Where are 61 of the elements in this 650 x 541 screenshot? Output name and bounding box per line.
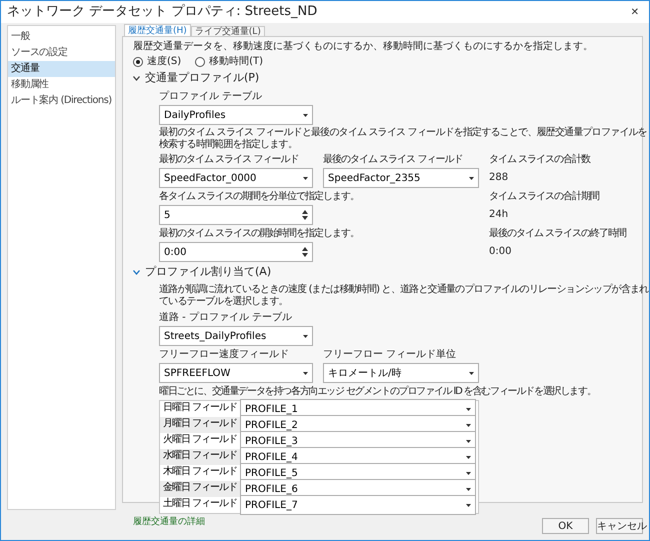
dialog-button[interactable]: OK <box>542 518 589 534</box>
radio-option[interactable]: 移動時間(T) <box>195 54 264 69</box>
field-label: 最後のタイム スライスの終了時間 <box>489 227 628 240</box>
field-label: フリーフロー フィールド単位 <box>323 348 458 361</box>
number-spinner[interactable]: 0:00 <box>159 242 313 262</box>
dropdown[interactable]: PROFILE_7 <box>240 495 476 515</box>
caret-icon <box>469 372 474 374</box>
field-label: 各タイム スライスの期間を分単位で指定します。 <box>159 190 360 203</box>
radio-option[interactable]: 速度(S) <box>133 54 182 69</box>
number-spinner[interactable]: 5 <box>159 205 313 225</box>
dropdown[interactable]: DailyProfiles <box>159 105 313 125</box>
caret-icon <box>466 472 471 474</box>
instruction-text: 履歴交通量データを、移動速度に基づくものにするか、移動時間に基づくものにするかを指定します。 <box>133 40 594 53</box>
window-title: ネットワーク データセット プロパティ: Streets_ND <box>7 3 318 22</box>
sidebar-item[interactable]: 交通量 <box>8 61 115 77</box>
caret-icon <box>466 408 471 410</box>
sidebar-item[interactable]: 移動属性 <box>8 77 115 93</box>
instruction-text: 最初のタイム スライス フィールドと最後のタイム スライス フィールドを指定することで、履歴交通量プロファイルを検索する時間範囲を指定します。 <box>159 127 648 151</box>
dropdown[interactable]: SpeedFactor_2355 <box>323 168 479 188</box>
sidebar-item[interactable]: ルート案内 (Directions) <box>8 93 115 109</box>
value-text: 0:00 <box>489 245 512 259</box>
sidebar-item[interactable]: ソースの設定 <box>8 45 115 61</box>
dropdown[interactable]: Streets_DailyProfiles <box>159 326 313 346</box>
field-label: 最後のタイム スライス フィールド <box>323 153 464 166</box>
tab[interactable]: 履歴交通量(H) <box>124 24 191 36</box>
chevron-icon <box>133 76 140 81</box>
details-link[interactable]: 履歴交通量の詳細 <box>133 516 205 530</box>
field-label: プロファイル テーブル <box>159 90 264 103</box>
up-down-arrows-icon <box>302 247 308 257</box>
field-label: 最初のタイム スライス フィールド <box>159 153 300 166</box>
dropdown[interactable]: キロメートル/時 <box>323 363 479 383</box>
caret-icon <box>466 456 471 458</box>
field-label: 最初のタイム スライスの開始時間を指定します。 <box>159 227 360 240</box>
value-text: 288 <box>489 171 510 185</box>
instruction-text: 曜日ごとに、交通量データを持つ各方向エッジ セグメントのプロファイル ID を含むフィールドを選択します。 <box>159 385 597 398</box>
day-label-cell: 金曜日 フィールド <box>160 481 240 497</box>
field-label: タイム スライスの合計数 <box>489 153 592 166</box>
caret-icon <box>303 114 308 116</box>
field-label: フリーフロー速度フィールド <box>159 348 290 361</box>
day-label-cell: 月曜日 フィールド <box>160 417 240 433</box>
caret-icon <box>466 424 471 426</box>
field-label: タイム スライスの合計期間 <box>489 190 600 203</box>
section-header[interactable]: 交通量プロファイル(P) <box>133 70 260 87</box>
caret-icon <box>303 176 308 180</box>
tab[interactable]: ライブ交通量(L) <box>190 26 265 36</box>
instruction-text: 道路が順調に流れているときの速度 (または移動時間) と、道路と交通量のプロファイルのリレーションシップが含まれているテーブルを選択します。 <box>159 284 649 308</box>
up-down-arrows-icon <box>302 210 308 220</box>
caret-icon <box>466 440 471 442</box>
value-text: 24h <box>489 208 510 222</box>
caret-icon <box>303 372 308 374</box>
day-label-cell: 水曜日 フィールド <box>160 449 240 465</box>
sidebar-item[interactable]: 一般 <box>8 29 115 45</box>
dropdown[interactable]: SPFREEFLOW <box>159 363 313 383</box>
caret-icon <box>466 488 471 490</box>
caret-icon <box>469 176 474 180</box>
section-header[interactable]: プロファイル割り当て(A) <box>133 264 272 281</box>
chevron-icon <box>133 270 140 275</box>
caret-icon <box>303 334 308 338</box>
field-label: 道路 - プロファイル テーブル <box>159 311 294 324</box>
dropdown[interactable]: SpeedFactor_0000 <box>159 168 313 188</box>
close-button[interactable]: ✕ <box>630 4 639 20</box>
